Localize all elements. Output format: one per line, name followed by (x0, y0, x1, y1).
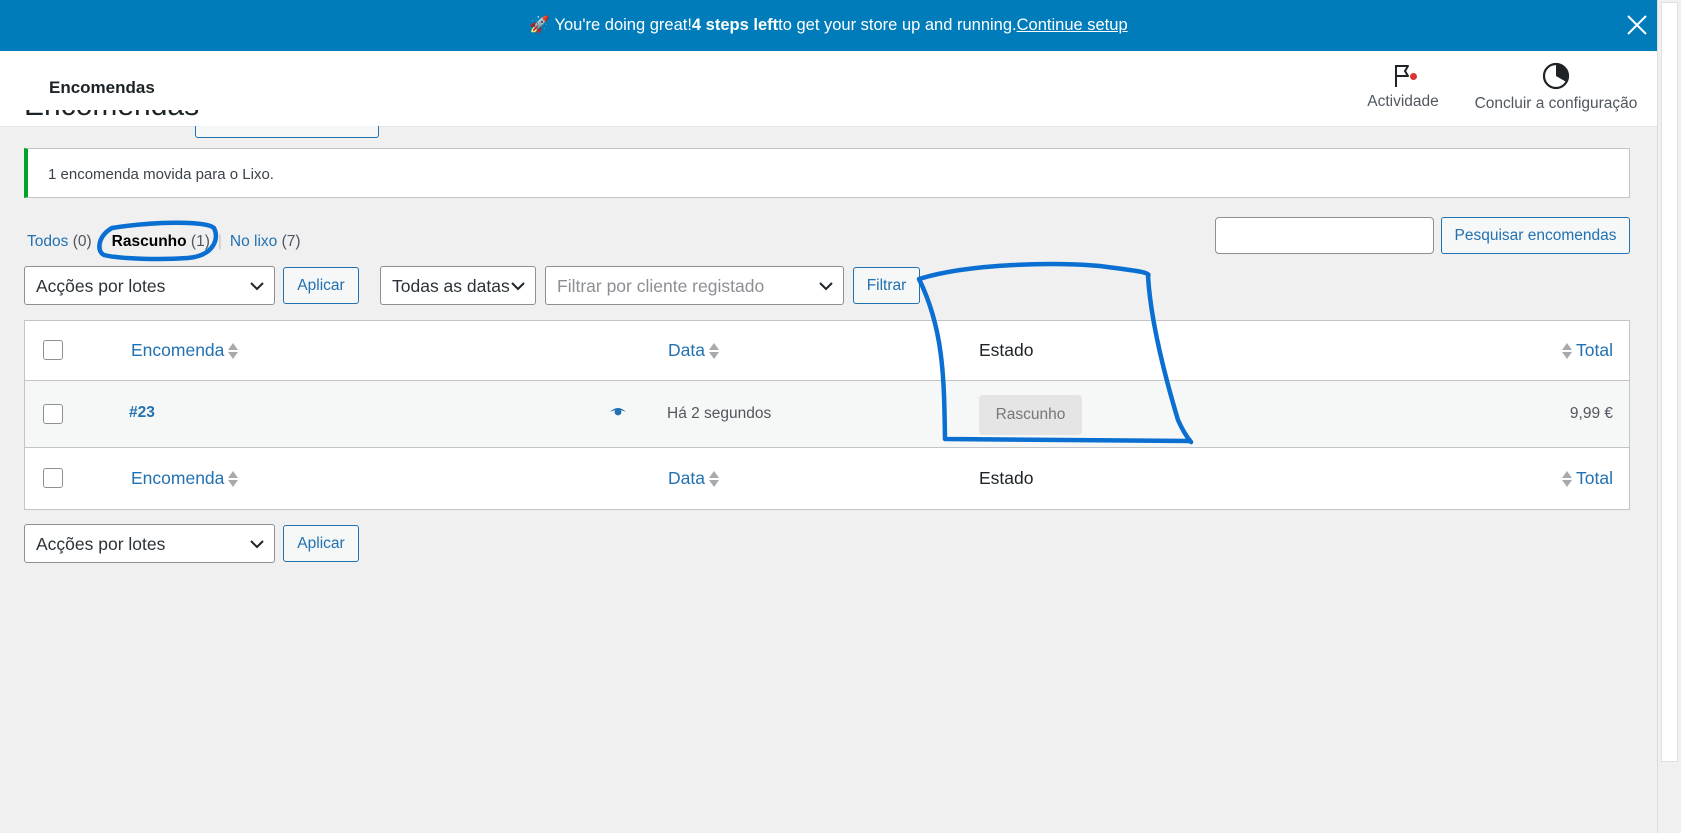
sort-arrows-icon (228, 470, 239, 488)
row-checkbox[interactable] (43, 404, 63, 424)
banner-steps-left: 4 steps left (691, 16, 779, 34)
sort-date-column[interactable]: Data (668, 340, 719, 361)
notification-dot (1410, 73, 1417, 80)
view-trash[interactable]: No lixo (7) (230, 233, 301, 251)
sort-order-column[interactable]: Encomenda (131, 340, 239, 361)
page-header: Encomendas Actividade Concluir a configu… (0, 51, 1657, 126)
add-order-button[interactable] (195, 126, 379, 138)
bulk-actions-value: Acções por lotes (36, 276, 166, 296)
apply-button-bottom[interactable]: Aplicar (283, 525, 359, 562)
view-draft-count: (1) (190, 233, 210, 250)
filter-button[interactable]: Filtrar (853, 267, 920, 304)
order-total: 9,99 € (1569, 405, 1613, 422)
customer-filter-placeholder: Filtrar por cliente registado (557, 276, 765, 296)
apply-button[interactable]: Aplicar (283, 267, 359, 304)
chevron-down-icon (250, 282, 264, 291)
select-all-checkbox[interactable] (43, 340, 63, 360)
sort-arrows-icon (228, 342, 239, 360)
sort-arrows-icon (708, 470, 719, 488)
view-separator: | (217, 233, 222, 250)
view-trash-label[interactable]: No lixo (230, 233, 277, 250)
bulk-actions-value: Acções por lotes (36, 534, 166, 554)
view-draft[interactable]: Rascunho (1) (112, 233, 210, 251)
notice-message: 1 encomenda movida para o Lixo. (48, 166, 274, 183)
column-date-label: Data (668, 340, 705, 360)
date-filter-select[interactable]: Todas as datas (380, 266, 536, 305)
table-header-row: Encomenda Data Estado Total (25, 321, 1629, 381)
search-input[interactable] (1215, 217, 1434, 254)
banner-text-pre: You're doing great! (554, 16, 692, 34)
search-orders-button[interactable]: Pesquisar encomendas (1441, 217, 1630, 254)
activity-button[interactable]: Actividade (1363, 61, 1443, 111)
continue-setup-link[interactable]: Continue setup (1017, 16, 1128, 35)
column-order-label: Encomenda (131, 468, 225, 488)
status-views: Todos (0) | Rascunho (1) | No lixo (7) (27, 233, 301, 251)
eye-icon[interactable] (609, 406, 627, 418)
order-link[interactable]: #23 (129, 404, 155, 422)
header-title: Encomendas (49, 78, 155, 97)
customer-filter-select[interactable]: Filtrar por cliente registado (545, 266, 844, 305)
date-filter-value: Todas as datas (392, 276, 510, 296)
view-all[interactable]: Todos (0) (27, 233, 92, 251)
table-row[interactable]: #23 Há 2 segundos Rascunho 9,99 € (25, 381, 1629, 448)
sort-arrows-icon (708, 342, 719, 360)
sort-date-column-footer[interactable]: Data (668, 468, 719, 489)
finish-setup-button[interactable]: Concluir a configuração (1468, 61, 1644, 113)
chevron-down-icon (250, 540, 264, 549)
sort-order-column-footer[interactable]: Encomenda (131, 468, 239, 489)
success-notice: 1 encomenda movida para o Lixo. (24, 148, 1630, 198)
scrollbar-thumb[interactable] (1661, 2, 1678, 762)
scrollbar[interactable] (1657, 0, 1681, 833)
order-date: Há 2 segundos (667, 405, 772, 422)
page-title: Encomendas (24, 110, 199, 126)
progress-circle-icon (1542, 62, 1570, 90)
column-total-label: Total (1576, 468, 1613, 488)
chevron-down-icon (819, 282, 833, 291)
column-total-label: Total (1576, 340, 1613, 360)
rocket-icon: 🚀 (529, 16, 550, 34)
sort-total-column[interactable]: Total (1562, 340, 1613, 361)
view-all-count: (0) (72, 233, 92, 250)
orders-table: Encomenda Data Estado Total #23 Há 2 seg… (24, 320, 1630, 510)
close-icon[interactable] (1625, 13, 1649, 37)
column-status-label: Estado (979, 340, 1034, 360)
sort-arrows-icon (1562, 470, 1573, 488)
setup-label: Concluir a configuração (1474, 95, 1638, 112)
select-all-checkbox-footer[interactable] (43, 468, 63, 488)
column-order-label: Encomenda (131, 340, 225, 360)
sort-arrows-icon (1562, 342, 1573, 360)
chevron-down-icon (511, 282, 525, 291)
view-trash-count: (7) (281, 233, 301, 250)
status-badge: Rascunho (979, 395, 1082, 435)
column-status-label: Estado (979, 468, 1034, 488)
sort-total-column-footer[interactable]: Total (1562, 468, 1613, 489)
bulk-actions-select[interactable]: Acções por lotes (24, 266, 275, 305)
table-footer-row: Encomenda Data Estado Total (25, 448, 1629, 509)
bulk-actions-select-bottom[interactable]: Acções por lotes (24, 524, 275, 563)
setup-banner: 🚀 You're doing great! 4 steps left to ge… (0, 0, 1657, 51)
view-separator: | (99, 233, 104, 250)
column-date-label: Data (668, 468, 705, 488)
view-all-label[interactable]: Todos (27, 233, 68, 250)
activity-label: Actividade (1367, 93, 1439, 110)
view-draft-label[interactable]: Rascunho (112, 233, 187, 250)
banner-text-post: to get your store up and running. (778, 16, 1017, 34)
